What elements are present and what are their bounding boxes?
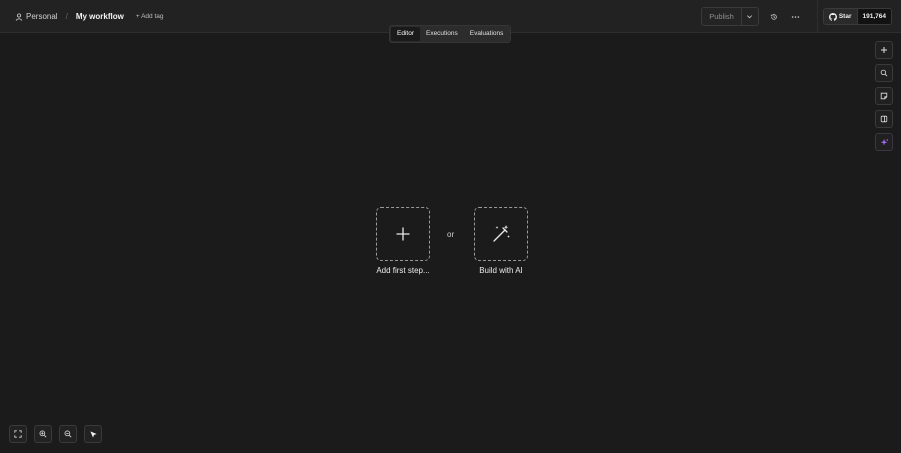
search-nodes-button[interactable] bbox=[875, 64, 893, 82]
history-icon bbox=[770, 13, 777, 20]
header-divider bbox=[816, 0, 818, 33]
add-first-step-button[interactable] bbox=[376, 207, 430, 261]
github-star-count: 191,764 bbox=[856, 9, 891, 24]
project-link[interactable]: Personal bbox=[26, 12, 58, 21]
more-horizontal-icon bbox=[792, 15, 800, 18]
github-star-button[interactable]: Star 191,764 bbox=[822, 8, 892, 25]
publish-button[interactable]: Publish bbox=[702, 8, 742, 25]
breadcrumb: Personal / My workflow + Add tag bbox=[14, 0, 163, 33]
cursor-icon bbox=[89, 430, 97, 438]
plus-icon bbox=[396, 227, 410, 241]
fit-view-button[interactable] bbox=[9, 425, 27, 443]
publish-options-button[interactable] bbox=[742, 8, 758, 25]
bottom-toolbar bbox=[9, 425, 102, 443]
zoom-out-icon bbox=[64, 430, 72, 438]
zoom-in-icon bbox=[39, 430, 47, 438]
add-sticky-note-button[interactable] bbox=[875, 87, 893, 105]
breadcrumb-separator: / bbox=[65, 12, 68, 21]
ai-assistant-button[interactable] bbox=[875, 133, 893, 151]
search-icon bbox=[880, 69, 888, 77]
zoom-in-button[interactable] bbox=[34, 425, 52, 443]
zoom-out-button[interactable] bbox=[59, 425, 77, 443]
view-tabs: Editor Executions Evaluations bbox=[389, 25, 512, 43]
add-node-button[interactable] bbox=[875, 41, 893, 59]
github-icon bbox=[828, 12, 837, 21]
right-toolbar bbox=[875, 41, 893, 151]
tab-executions[interactable]: Executions bbox=[420, 27, 464, 41]
top-right-actions: Publish Star 191,764 bbox=[701, 0, 901, 33]
github-star-label: Star bbox=[823, 9, 857, 24]
add-tag-button[interactable]: + Add tag bbox=[136, 13, 164, 20]
select-tool-button[interactable] bbox=[84, 425, 102, 443]
panel-icon bbox=[880, 115, 888, 123]
fit-view-icon bbox=[14, 430, 22, 438]
person-icon bbox=[14, 12, 23, 21]
history-button[interactable] bbox=[765, 8, 783, 25]
workflow-name[interactable]: My workflow bbox=[76, 12, 124, 21]
tab-editor[interactable]: Editor bbox=[391, 27, 420, 41]
add-first-step-label: Add first step... bbox=[376, 266, 430, 275]
or-label: or bbox=[447, 230, 455, 239]
plus-icon bbox=[881, 47, 887, 53]
chevron-down-icon bbox=[747, 15, 753, 19]
build-with-ai-button[interactable] bbox=[474, 207, 528, 261]
sticky-note-icon bbox=[880, 92, 888, 100]
more-options-button[interactable] bbox=[787, 8, 805, 25]
tab-evaluations[interactable]: Evaluations bbox=[464, 27, 510, 41]
toggle-panel-button[interactable] bbox=[875, 110, 893, 128]
build-with-ai-label: Build with AI bbox=[479, 266, 523, 275]
github-star-text: Star bbox=[838, 13, 852, 20]
magic-wand-icon bbox=[493, 225, 510, 242]
ai-sparkle-icon bbox=[880, 138, 888, 146]
publish-group: Publish bbox=[701, 7, 759, 26]
